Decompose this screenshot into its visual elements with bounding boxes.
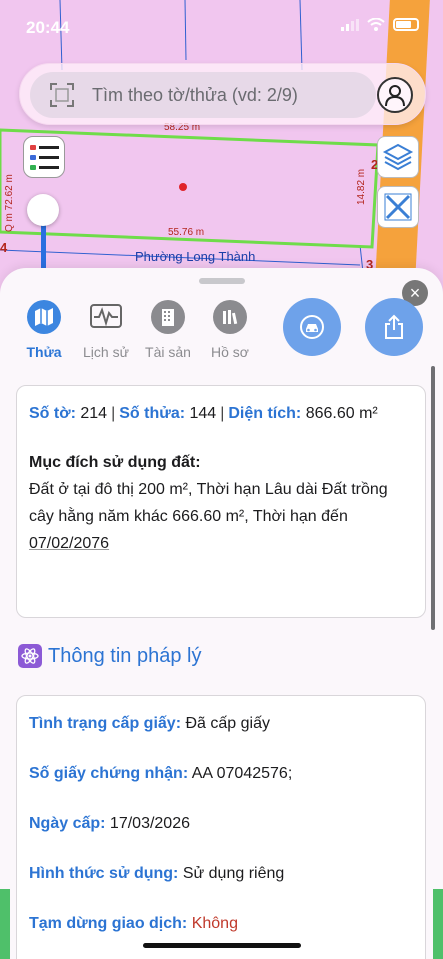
layers-button[interactable]	[377, 136, 419, 178]
dimension-left: Q m 72.62 m	[4, 174, 15, 232]
legal-section-title: Thông tin pháp lý	[18, 644, 201, 668]
muc-dich-value: Đất ở tại đô thị 200 m², Thời hạn Lâu dà…	[29, 481, 388, 552]
share-button[interactable]	[365, 298, 423, 356]
tab-bar: Thửa Lịch sử Tài sản Hồ sơ	[14, 300, 262, 360]
ruler-pencil-icon	[384, 193, 412, 221]
dimension-right: 14.82 m	[356, 168, 367, 205]
home-indicator[interactable]	[143, 943, 301, 948]
legend-button[interactable]	[23, 136, 65, 178]
car-icon	[300, 315, 324, 339]
signal-icon	[341, 18, 359, 31]
legal-info-card: Tình trạng cấp giấy: Đã cấp giấy Số giấy…	[16, 695, 426, 959]
scan-qr-icon[interactable]	[48, 81, 76, 109]
tab-tai-san[interactable]: Tài sản	[138, 300, 198, 360]
history-chart-icon	[90, 304, 122, 328]
close-icon: ×	[409, 283, 421, 303]
muc-dich-label: Mục đích sử dụng đất:	[29, 454, 201, 471]
map-view[interactable]: 58.25 m 55.76 m 14.82 m Q m 72.62 m 2 3 …	[0, 0, 443, 300]
dien-tich-value: 866.60 m²	[305, 405, 378, 422]
directions-button[interactable]	[283, 298, 341, 356]
search-input[interactable]	[92, 84, 362, 106]
books-icon	[223, 310, 238, 325]
so-giay-row: Số giấy chứng nhận: AA 07042576;	[29, 765, 293, 782]
hinh-thuc-row: Hình thức sử dụng: Sử dụng riêng	[29, 865, 285, 882]
opacity-slider-knob[interactable]	[27, 194, 59, 226]
ward-label: Phường Long Thành	[135, 249, 256, 264]
expiry-date: 07/02/2076	[29, 535, 110, 552]
layers-icon	[382, 143, 414, 171]
parcel-summary: Số tờ: 214 | Số thửa: 144 | Diện tích: 866.6…	[29, 405, 378, 422]
search-bar	[19, 63, 426, 125]
status-time: 20:44	[26, 18, 70, 37]
parcel-info-card: Số tờ: 214 | Số thửa: 144 | Diện tích: 866.6…	[16, 385, 426, 618]
corner-4: 4	[0, 240, 8, 255]
parcel-center-marker	[179, 183, 187, 191]
share-icon	[385, 314, 403, 339]
status-bar: 20:44	[0, 0, 443, 50]
dimension-bottom: 55.76 m	[168, 227, 205, 238]
so-to-value: 214	[80, 405, 108, 422]
tab-ho-so[interactable]: Hồ sơ	[200, 300, 260, 360]
tam-dung-row: Tạm dừng giao dịch: Không	[29, 915, 238, 932]
so-thua-value: 144	[189, 405, 217, 422]
parcel-detail-sheet: × Thửa Lịch sử Tài sản Hồ sơ Số tờ: 214 …	[0, 268, 443, 959]
building-icon	[162, 309, 174, 326]
tinh-trang-row: Tình trạng cấp giấy: Đã cấp giấy	[29, 715, 270, 732]
map-icon	[35, 308, 53, 326]
sheet-grabber[interactable]	[199, 278, 245, 284]
profile-avatar-button[interactable]	[377, 77, 413, 113]
measure-tool-button[interactable]	[377, 186, 419, 228]
legend-icon	[30, 145, 59, 170]
tab-lich-su[interactable]: Lịch sử	[76, 300, 136, 360]
ngay-cap-row: Ngày cấp: 17/03/2026	[29, 815, 190, 832]
battery-icon	[393, 18, 419, 31]
user-icon	[385, 85, 405, 107]
tab-thua[interactable]: Thửa	[14, 300, 74, 360]
atom-icon	[18, 644, 42, 668]
scrollbar[interactable]	[431, 366, 435, 630]
wifi-icon	[367, 18, 385, 31]
